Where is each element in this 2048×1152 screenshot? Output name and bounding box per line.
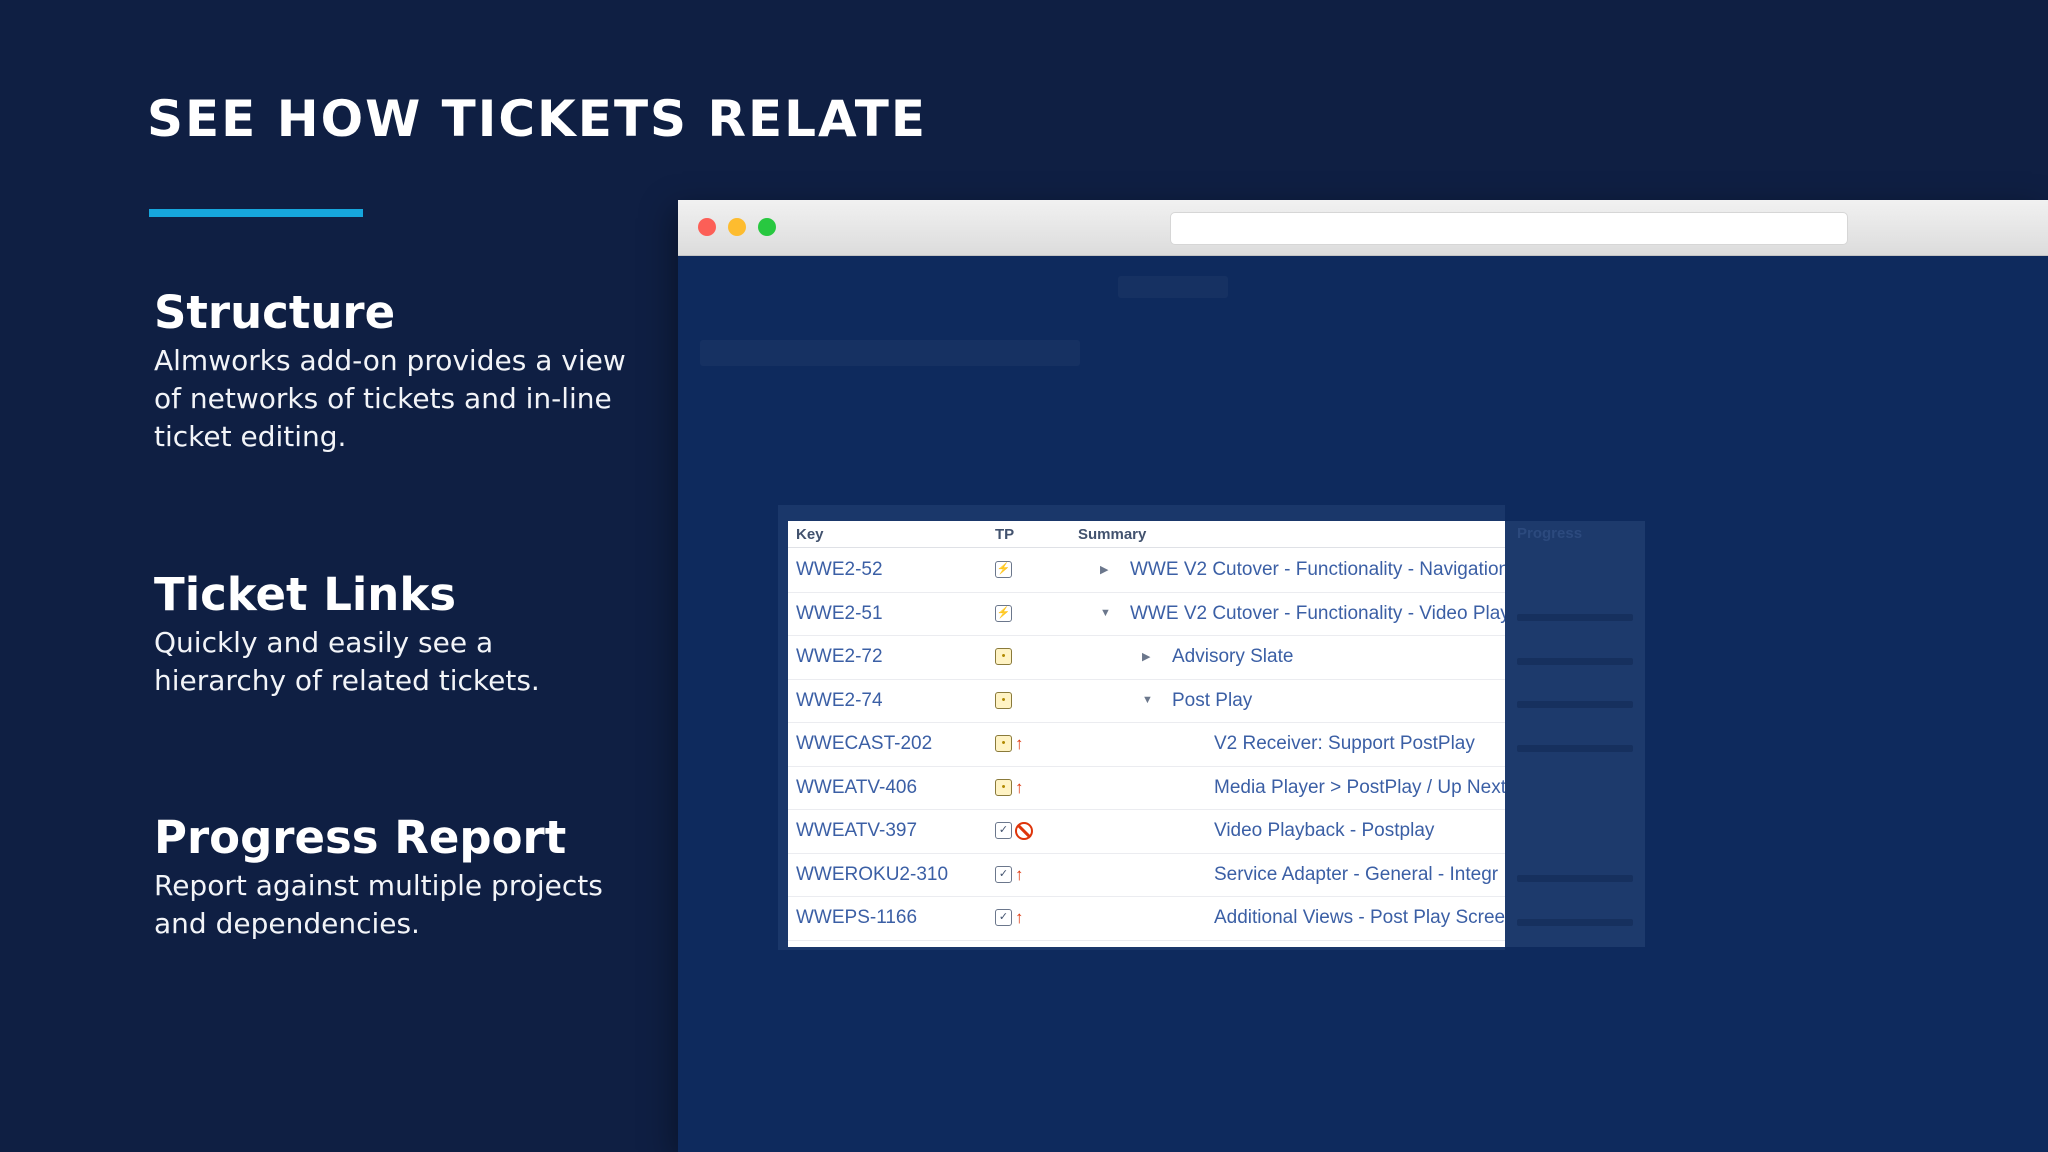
slide-title: SEE HOW TICKETS RELATE bbox=[147, 90, 928, 148]
feature-description: Quickly and easily see a hierarchy of re… bbox=[154, 626, 540, 697]
feature-description: Almworks add-on provides a view of netwo… bbox=[154, 344, 626, 453]
table-row[interactable]: WWEROKU2-310 ✓ ↑ Service Adapter - General … bbox=[788, 853, 1505, 897]
lightbulb-icon: • bbox=[995, 778, 1012, 796]
issue-type-cell: ⚡ bbox=[995, 561, 1015, 581]
maximize-window-button[interactable] bbox=[758, 218, 776, 236]
issue-key-link[interactable]: WWEPS-1166 bbox=[796, 907, 917, 929]
table-row[interactable]: WWE2-72 • ▶ Advisory Slate bbox=[788, 635, 1505, 680]
table-row[interactable]: WWEATV-397 ✓ Video Playback - Postplay bbox=[788, 809, 1505, 854]
arrow-up-icon: ↑ bbox=[1015, 908, 1024, 927]
column-header-key[interactable]: Key bbox=[796, 526, 824, 543]
issue-summary-link[interactable]: V2 Receiver: Support PostPlay bbox=[1214, 733, 1475, 755]
checkbox-icon: ✓ bbox=[995, 909, 1012, 926]
issue-key-link[interactable]: WWECAST-202 bbox=[796, 733, 932, 755]
checkbox-icon: ✓ bbox=[995, 822, 1012, 839]
checkbox-icon: ✓ bbox=[995, 865, 1012, 883]
lightning-icon: ⚡ bbox=[995, 604, 1012, 622]
arrow-up-icon: ↑ bbox=[1015, 864, 1024, 884]
issue-summary-link[interactable]: Media Player > PostPlay / Up Next bbox=[1214, 777, 1505, 799]
issue-key-link[interactable]: WWE2-72 bbox=[796, 646, 883, 668]
feature-description: Report against multiple projects and dep… bbox=[154, 869, 603, 940]
dimmed-page-heading bbox=[700, 340, 1080, 366]
progress-bar bbox=[1517, 919, 1633, 926]
expand-toggle-collapsed-icon[interactable]: ▶ bbox=[1100, 563, 1108, 576]
arrow-up-icon: ↑ bbox=[1015, 777, 1024, 797]
column-header-summary[interactable]: Summary bbox=[1078, 526, 1146, 543]
table-row[interactable]: WWEPS-1166 ✓ ↑ Additional Views - Post Play… bbox=[788, 896, 1505, 941]
lightbulb-icon: • bbox=[995, 735, 1012, 752]
feature-heading: Progress Report bbox=[154, 811, 567, 864]
address-bar[interactable] bbox=[1170, 212, 1848, 245]
column-header-tp[interactable]: TP bbox=[995, 526, 1014, 543]
feature-ticket-links: Ticket Links Quickly and easily see a hi… bbox=[154, 568, 634, 700]
structure-table: Key TP Summary WWE2-52 ⚡ ▶ WWE V2 Cutover -… bbox=[788, 521, 1505, 947]
table-row[interactable]: WWEATV-406 • ↑ Media Player > PostPlay / Up… bbox=[788, 766, 1505, 810]
close-window-button[interactable] bbox=[698, 218, 716, 236]
progress-bar bbox=[1517, 658, 1633, 665]
table-row[interactable]: WWE2-51 ⚡ ▼ WWE V2 Cutover - Functionality … bbox=[788, 592, 1505, 636]
progress-bar bbox=[1517, 614, 1633, 621]
issue-summary-link[interactable]: WWE V2 Cutover - Functionality - Navigat… bbox=[1130, 559, 1505, 581]
table-row[interactable]: WWE2-74 • ▼ Post Play bbox=[788, 679, 1505, 723]
expand-toggle-expanded-icon[interactable]: ▼ bbox=[1100, 607, 1111, 619]
issue-summary-link[interactable]: Additional Views - Post Play Scree bbox=[1214, 907, 1505, 929]
issue-summary-link[interactable]: Post Play bbox=[1172, 690, 1252, 712]
feature-heading: Ticket Links bbox=[154, 568, 457, 621]
issue-key-link[interactable]: WWEATV-406 bbox=[796, 777, 917, 799]
blocker-icon bbox=[1015, 822, 1033, 840]
lightbulb-icon: • bbox=[995, 648, 1012, 665]
feature-structure: Structure Almworks add-on provides a vie… bbox=[154, 286, 634, 456]
issue-summary-link[interactable]: Service Adapter - General - Integr bbox=[1214, 864, 1498, 886]
issue-summary-link[interactable]: WWE V2 Cutover - Functionality - Video P… bbox=[1130, 603, 1505, 625]
table-row[interactable]: WWE2-52 ⚡ ▶ WWE V2 Cutover - Functionality … bbox=[788, 548, 1505, 593]
progress-bar bbox=[1517, 745, 1633, 752]
lightning-icon: ⚡ bbox=[995, 561, 1012, 578]
arrow-up-icon: ↑ bbox=[1015, 734, 1024, 753]
expand-toggle-expanded-icon[interactable]: ▼ bbox=[1142, 694, 1153, 706]
progress-bar bbox=[1517, 701, 1633, 708]
issue-summary-link[interactable]: Video Playback - Postplay bbox=[1214, 820, 1434, 842]
lightbulb-icon: • bbox=[995, 691, 1012, 709]
issue-key-link[interactable]: WWEATV-397 bbox=[796, 820, 917, 842]
issue-type-cell: ✓ ↑ bbox=[995, 909, 1024, 929]
issue-key-link[interactable]: WWE2-51 bbox=[796, 603, 883, 625]
accent-bar bbox=[149, 209, 363, 217]
browser-toolbar bbox=[678, 200, 2048, 256]
issue-type-cell: • ↑ bbox=[995, 735, 1024, 755]
expand-toggle-collapsed-icon[interactable]: ▶ bbox=[1142, 650, 1150, 663]
issue-type-cell: ✓ ↑ bbox=[995, 864, 1024, 886]
column-header-progress: Progress bbox=[1517, 525, 1583, 542]
table-row[interactable]: WWECAST-202 • ↑ V2 Receiver: Support PostPl… bbox=[788, 722, 1505, 767]
issue-key-link[interactable]: WWEROKU2-310 bbox=[796, 864, 948, 886]
issue-type-cell: • bbox=[995, 648, 1015, 668]
issue-key-link[interactable]: WWE2-74 bbox=[796, 690, 883, 712]
issue-type-cell: • ↑ bbox=[995, 777, 1024, 799]
issue-key-link[interactable]: WWE2-52 bbox=[796, 559, 883, 581]
table-header: Key TP Summary bbox=[788, 521, 1505, 548]
issue-summary-link[interactable]: Advisory Slate bbox=[1172, 646, 1293, 668]
issue-type-cell: • bbox=[995, 691, 1015, 712]
feature-progress-report: Progress Report Report against multiple … bbox=[154, 811, 634, 943]
issue-type-cell: ✓ bbox=[995, 822, 1033, 842]
progress-bar bbox=[1517, 875, 1633, 882]
progress-column-dimmed: Progress bbox=[1505, 521, 1645, 947]
feature-heading: Structure bbox=[154, 286, 396, 339]
dimmed-page-tab bbox=[1118, 276, 1228, 298]
minimize-window-button[interactable] bbox=[728, 218, 746, 236]
issue-type-cell: ⚡ bbox=[995, 604, 1015, 625]
